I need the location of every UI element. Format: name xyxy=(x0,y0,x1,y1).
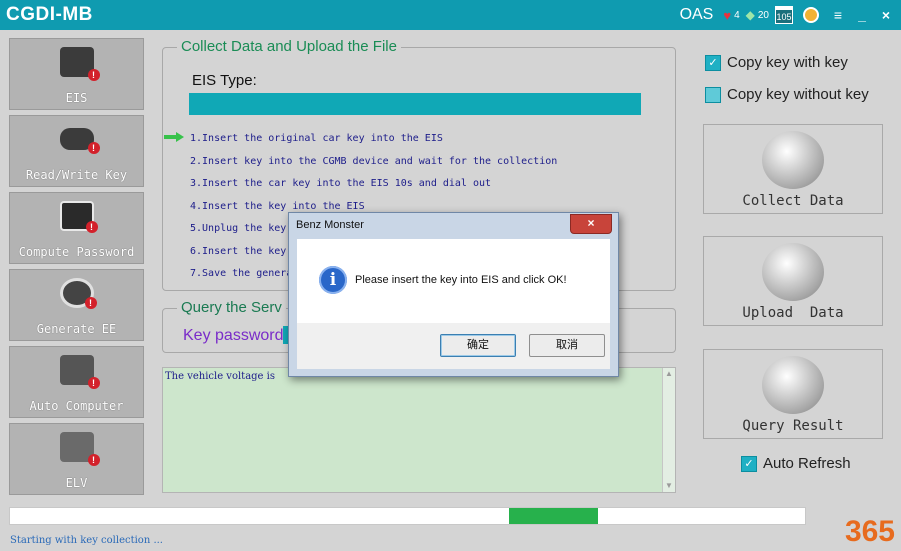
sidebar-item-label: Read/Write Key xyxy=(25,168,128,182)
gem-icon: ◆ xyxy=(745,8,755,22)
sidebar-item-generate-ee[interactable]: ! Generate EE xyxy=(9,269,144,341)
auto-refresh-option[interactable]: ✓ Auto Refresh xyxy=(741,455,851,472)
copy-without-key-option[interactable]: ✓ Copy key without key xyxy=(705,86,869,103)
key-password-label: Key password xyxy=(183,327,284,344)
upload-data-button[interactable]: Upload Data xyxy=(703,236,883,326)
watermark-logo: 365 xyxy=(844,515,895,548)
elv-module-icon: ! xyxy=(59,432,100,466)
dialog-footer: 确定 取消 xyxy=(297,323,610,369)
query-result-label: Query Result xyxy=(742,418,844,434)
menu-icon[interactable]: ≡ xyxy=(829,7,847,23)
cancel-button[interactable]: 取消 xyxy=(529,334,605,357)
alert-icon: ! xyxy=(84,297,97,309)
auto-refresh-checkbox[interactable]: ✓ xyxy=(741,455,757,472)
dialog-message: Please insert the key into EIS and click… xyxy=(355,274,567,286)
copy-without-key-checkbox[interactable]: ✓ xyxy=(705,86,721,103)
sidebar-item-label: ELV xyxy=(65,476,88,490)
sidebar-item-label: Compute Password xyxy=(18,245,135,259)
copy-with-key-option[interactable]: ✓ Copy key with key xyxy=(705,54,848,71)
log-scrollbar[interactable]: ▲ ▼ xyxy=(662,368,675,492)
auto-refresh-label: Auto Refresh xyxy=(763,455,851,472)
sidebar-item-compute-password[interactable]: ! Compute Password xyxy=(9,192,144,264)
minimize-button[interactable]: _ xyxy=(853,7,871,23)
magnifier-globe-icon xyxy=(762,356,824,414)
collect-data-button[interactable]: Collect Data xyxy=(703,124,883,214)
gems-count: 20 xyxy=(757,9,769,21)
printer-icon: ! xyxy=(59,278,97,309)
collect-group-title: Collect Data and Upload the File xyxy=(177,38,401,55)
log-area[interactable]: The vehicle voltage is ▲ ▼ xyxy=(162,367,676,493)
sidebar-item-label: EIS xyxy=(65,91,88,105)
upload-data-label: Upload Data xyxy=(742,305,844,321)
eis-module-icon: ! xyxy=(59,47,100,81)
sidebar-item-read-write-key[interactable]: ! Read/Write Key xyxy=(9,115,144,187)
log-text: The vehicle voltage is xyxy=(165,371,275,382)
ecu-icon: ! xyxy=(59,355,100,389)
alert-icon: ! xyxy=(87,454,100,466)
dialog-close-button[interactable]: × xyxy=(570,214,612,234)
ok-button[interactable]: 确定 xyxy=(440,334,516,357)
sidebar-item-label: Generate EE xyxy=(36,322,117,336)
message-dialog: Benz Monster × i Please insert the key i… xyxy=(288,212,619,377)
collect-data-label: Collect Data xyxy=(742,193,844,209)
close-button[interactable]: × xyxy=(877,7,895,23)
hearts-count: 4 xyxy=(734,9,740,21)
alert-icon: ! xyxy=(87,142,100,154)
scroll-up-icon[interactable]: ▲ xyxy=(663,368,675,380)
progress-fill xyxy=(509,508,599,524)
step-item: 3.Insert the car key into the EIS 10s an… xyxy=(190,178,492,189)
step-item: 1.Insert the original car key into the E… xyxy=(190,133,443,144)
current-step-arrow-icon xyxy=(164,132,184,142)
scroll-down-icon[interactable]: ▼ xyxy=(663,480,675,492)
step-item: 2.Insert key into the CGMB device and wa… xyxy=(190,155,558,167)
title-bar: CGDI-MB OAS ♥ 4 ◆ 20 105 ≡ _ × xyxy=(0,0,901,30)
sidebar: ! EIS ! Read/Write Key ! Compute Passwor… xyxy=(9,38,144,500)
alert-icon: ! xyxy=(87,377,100,389)
calendar-icon[interactable]: 105 xyxy=(775,6,793,24)
car-key-icon: ! xyxy=(59,128,100,154)
oas-label[interactable]: OAS xyxy=(680,6,714,24)
dialog-title: Benz Monster xyxy=(296,219,364,231)
gems-counter: ◆ 20 xyxy=(746,8,769,22)
info-icon: i xyxy=(319,266,347,294)
title-bar-tools: OAS ♥ 4 ◆ 20 105 ≡ _ × xyxy=(680,0,895,30)
heart-icon: ♥ xyxy=(723,7,732,23)
copy-without-key-label: Copy key without key xyxy=(727,86,869,103)
hearts-counter: ♥ 4 xyxy=(723,8,739,23)
medal-icon[interactable] xyxy=(803,7,819,23)
query-group-title: Query the Serv xyxy=(177,299,286,316)
copy-with-key-label: Copy key with key xyxy=(727,54,848,71)
globe-icon xyxy=(762,243,824,301)
alert-icon: ! xyxy=(85,221,98,233)
alert-icon: ! xyxy=(87,69,100,81)
sidebar-item-eis[interactable]: ! EIS xyxy=(9,38,144,110)
app-title: CGDI-MB xyxy=(6,4,93,25)
copy-with-key-checkbox[interactable]: ✓ xyxy=(705,54,721,71)
sidebar-item-label: Auto Computer xyxy=(29,399,124,413)
dialog-body: i Please insert the key into EIS and cli… xyxy=(297,239,610,323)
sidebar-item-auto-computer[interactable]: ! Auto Computer xyxy=(9,346,144,418)
usb-icon xyxy=(762,131,824,189)
status-text: Starting with key collection ... xyxy=(10,535,163,546)
eis-type-field xyxy=(189,93,641,115)
sidebar-item-elv[interactable]: ! ELV xyxy=(9,423,144,495)
progress-bar xyxy=(9,507,806,525)
computer-icon: ! xyxy=(59,201,98,233)
eis-type-label: EIS Type: xyxy=(192,72,257,89)
query-result-button[interactable]: Query Result xyxy=(703,349,883,439)
